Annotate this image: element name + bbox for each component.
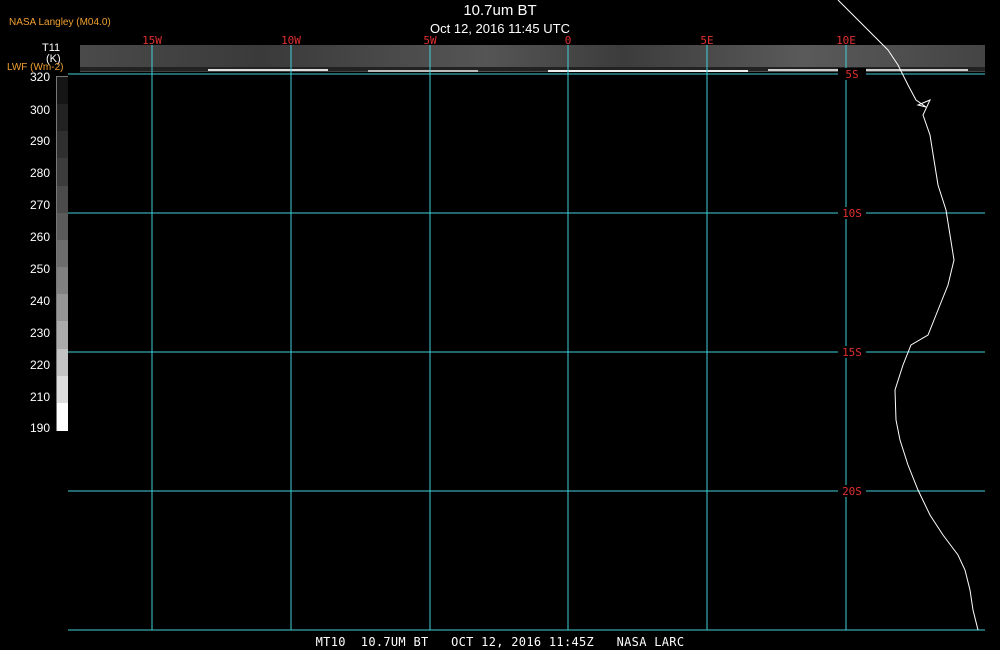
credit-label: NASA Langley (M04.0) <box>9 17 111 28</box>
longitude-label: 5E <box>700 34 713 47</box>
colorbar-tick-label: 210 <box>29 390 50 404</box>
colorbar-tick-label: 270 <box>29 198 50 212</box>
longitude-label: 10W <box>281 34 301 47</box>
colorbar-tick-label: 280 <box>29 166 50 180</box>
satellite-map: 15W 10W 5W 0 5E 10E 5S 10S 15S 20S <box>68 0 985 631</box>
latitude-label: 20S <box>842 485 862 498</box>
longitude-label: 5W <box>423 34 437 47</box>
colorbar-tick-label: 260 <box>29 230 50 244</box>
map-title: 10.7um BT <box>463 2 537 19</box>
latitude-label: 10S <box>842 207 862 220</box>
colorbar-tick-label: 250 <box>29 262 50 276</box>
longitude-label: 15W <box>142 34 162 47</box>
latitude-label: 5S <box>845 68 858 81</box>
colorbar-tick-label: 290 <box>29 134 50 148</box>
colorbar-tick-label: 190 <box>29 421 50 435</box>
colorbar-tick-label: 220 <box>29 358 50 372</box>
colorbar-tick-label: 320 <box>29 70 50 84</box>
longitude-label: 10E <box>836 34 856 47</box>
latitude-label: 15S <box>842 346 862 359</box>
colorbar-tick-label: 240 <box>29 294 50 308</box>
longitude-label: 0 <box>565 34 572 47</box>
footer-caption: MT10 10.7UM BT OCT 12, 2016 11:45Z NASA … <box>315 635 685 649</box>
colorbar-tick-label: 300 <box>29 103 50 117</box>
colorbar-tick-label: 230 <box>29 326 50 340</box>
